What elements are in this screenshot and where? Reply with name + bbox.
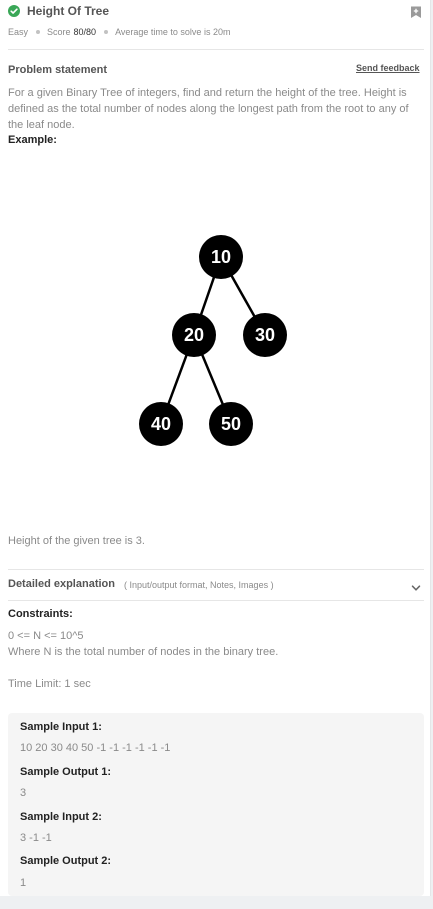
binary-tree-diagram: 10 20 30 40 50 [139, 235, 287, 446]
separator-dot [36, 29, 41, 34]
constraints-title: Constraints: [8, 608, 73, 620]
difficulty-label: Easy [8, 27, 29, 37]
tree-node-label: 50 [221, 414, 241, 434]
page-title: Height Of Tree [27, 4, 110, 18]
tree-node-label: 10 [211, 247, 231, 267]
example-result-text: Height of the given tree is 3. [8, 535, 145, 547]
problem-meta: Easy Score 80/80 Average time to solve is 2… [8, 27, 230, 37]
sample-output-1-value: 3 [20, 787, 27, 799]
sample-output-1-label: Sample Output 1: [20, 766, 112, 778]
sample-input-1-label: Sample Input 1: [20, 721, 102, 733]
avg-time-label: Average time to solve is 20m [115, 27, 231, 37]
sample-input-2-value: 3 -1 -1 [20, 832, 52, 844]
problem-header: Height Of Tree Easy Score 80/80 Average tim… [0, 0, 431, 48]
resize-handle-icon[interactable]: ⋮ [429, 419, 433, 429]
constraint-range: 0 <= N <= 10^5 [8, 630, 84, 642]
problem-statement-title: Problem statement [8, 64, 108, 76]
sample-output-2-label: Sample Output 2: [20, 855, 112, 867]
time-limit: Time Limit: 1 sec [8, 678, 91, 690]
problem-statement-text: For a given Binary Tree of integers, fin… [8, 87, 409, 131]
detailed-explanation-subtitle: ( Input/output format, Notes, Images ) [124, 580, 274, 590]
tree-node-label: 40 [151, 414, 171, 434]
example-label: Example: [8, 134, 57, 146]
score-label: Score [47, 27, 71, 37]
send-feedback-link[interactable]: Send feedback [356, 63, 420, 73]
problem-panel: Height Of Tree Easy Score 80/80 Average tim… [0, 0, 431, 896]
chevron-down-icon[interactable] [411, 580, 421, 591]
divider [8, 569, 424, 570]
detailed-explanation-title: Detailed explanation [8, 578, 115, 590]
sample-input-1-value: 10 20 30 40 50 -1 -1 -1 -1 -1 -1 [20, 742, 171, 754]
constraint-description: Where N is the total number of nodes in … [8, 646, 279, 658]
detailed-explanation-toggle[interactable]: Detailed explanation ( Input/output form… [8, 578, 424, 594]
tree-node-label: 30 [255, 325, 275, 345]
tree-node-label: 20 [184, 325, 204, 345]
divider [8, 600, 424, 601]
separator-dot [104, 29, 109, 34]
bookmark-icon[interactable] [409, 5, 423, 19]
sample-output-2-value: 1 [20, 877, 27, 889]
sample-input-2-label: Sample Input 2: [20, 811, 102, 823]
score-value: 80/80 [73, 27, 97, 37]
divider [8, 49, 424, 50]
samples-box: Sample Input 1: 10 20 30 40 50 -1 -1 -1 … [8, 713, 424, 896]
check-circle-icon [8, 5, 20, 17]
